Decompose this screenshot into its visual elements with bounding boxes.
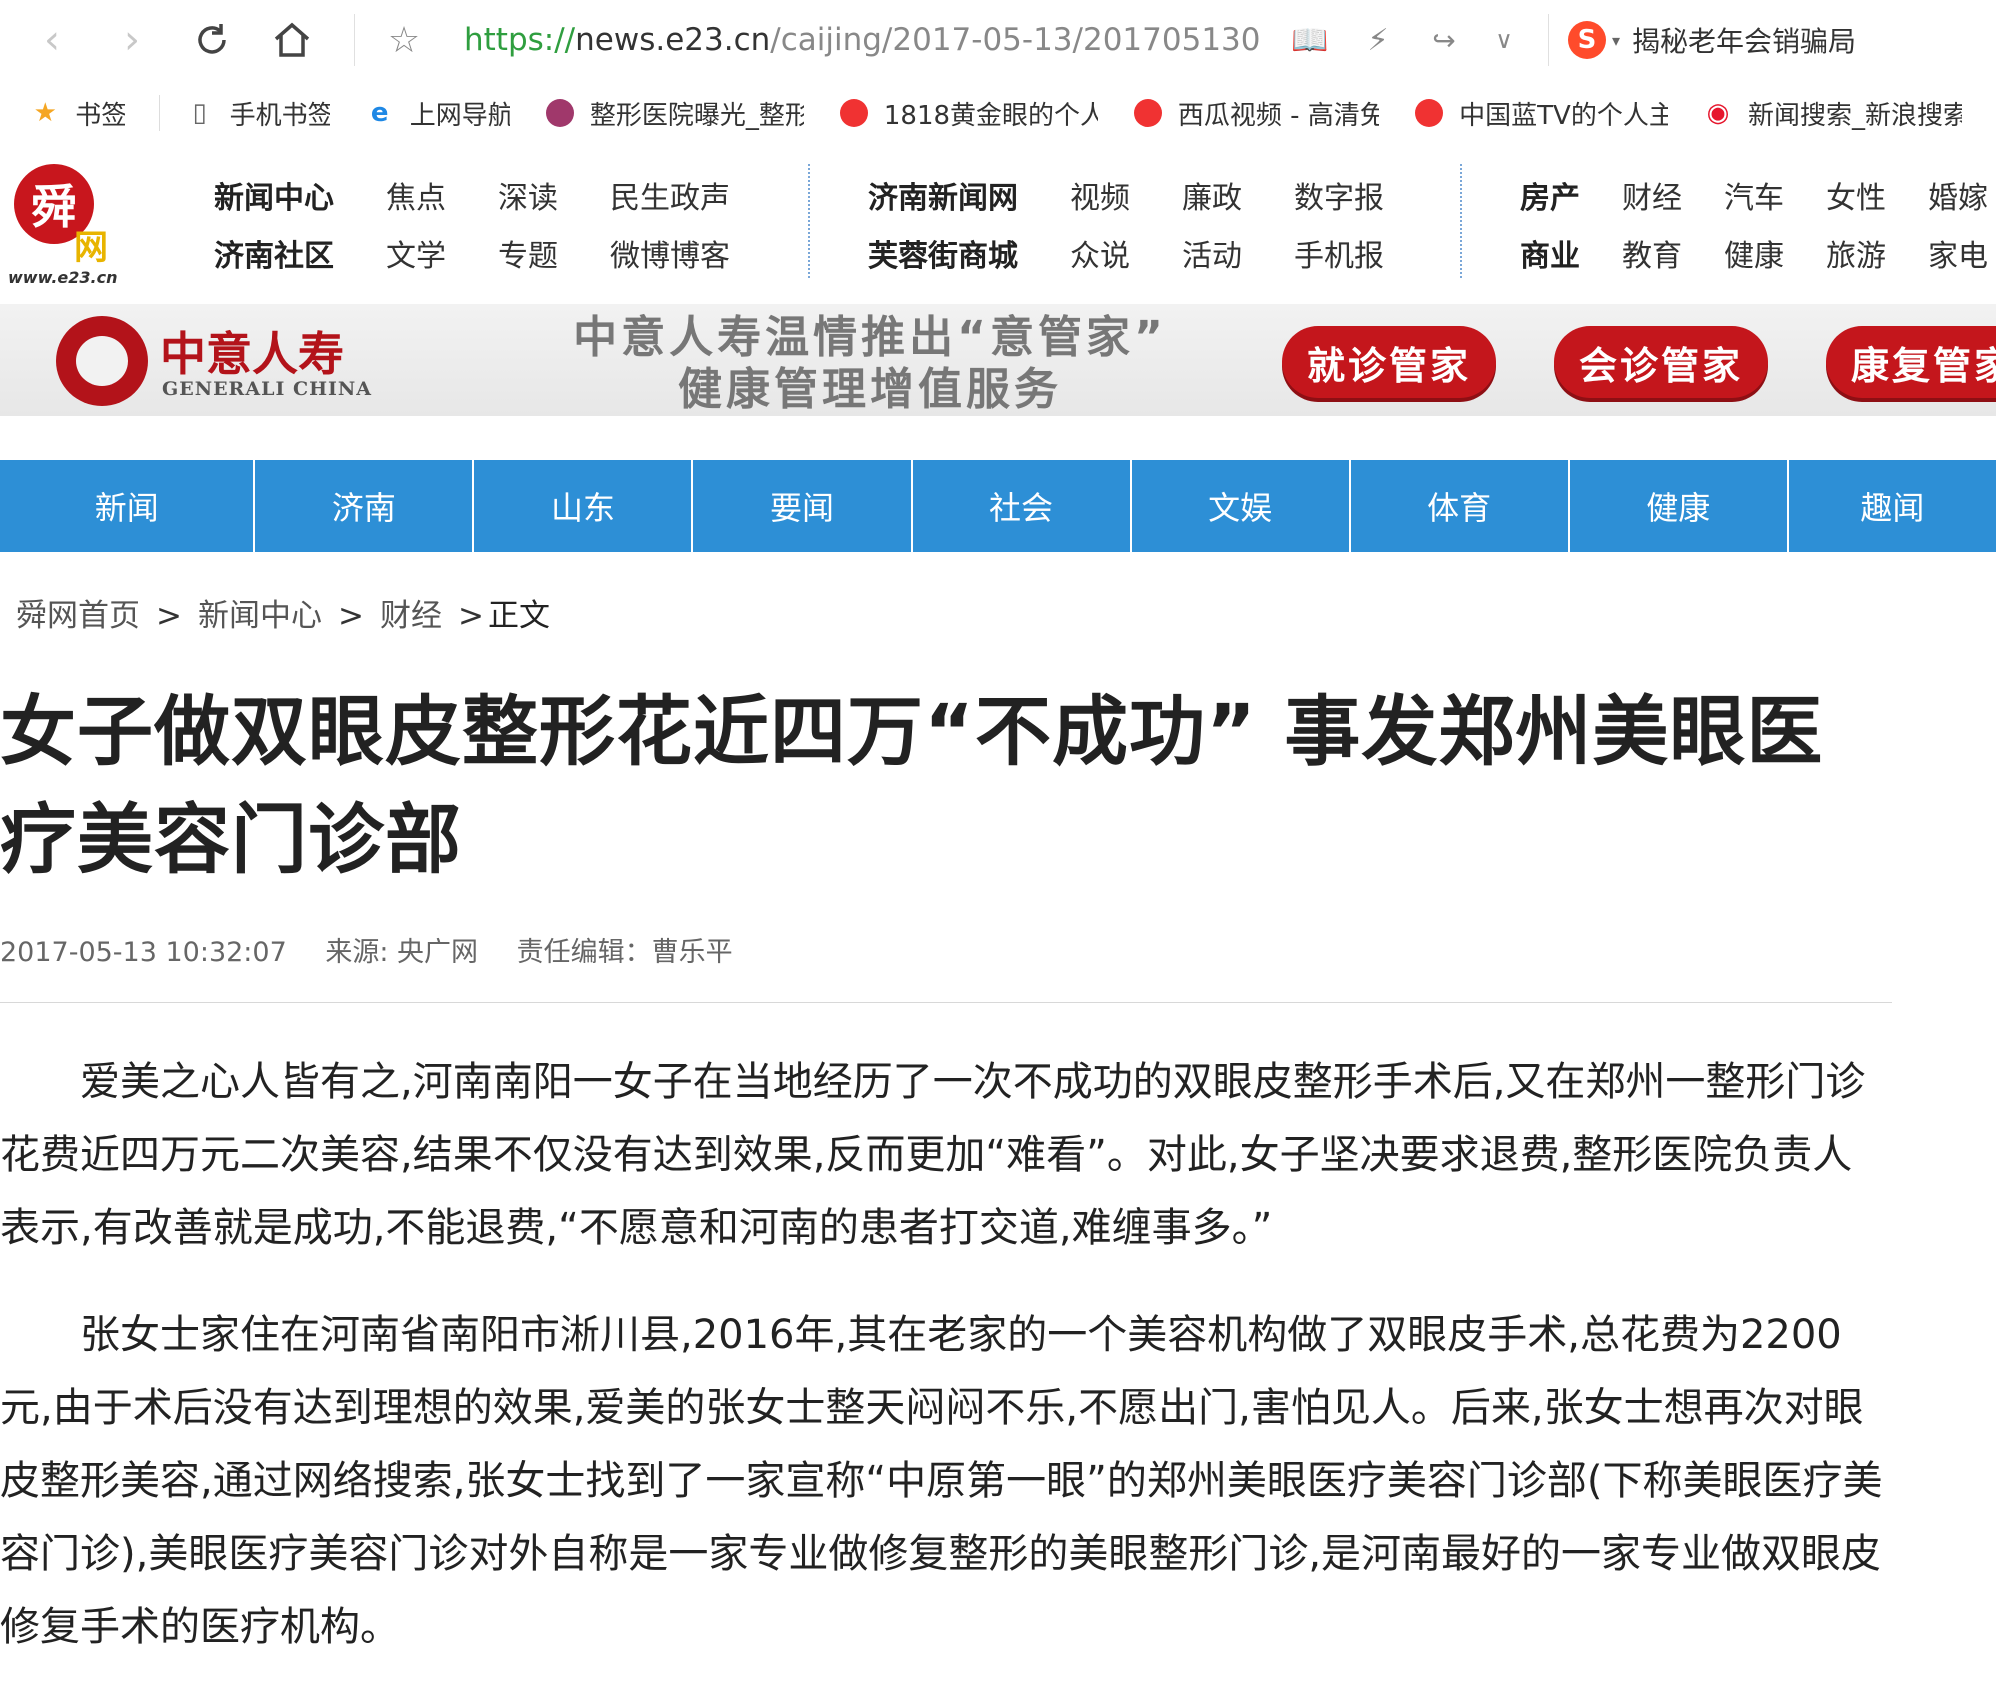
clinic-icon <box>544 97 576 129</box>
reader-mode-icon[interactable]: 📖 <box>1284 14 1336 66</box>
ad-line-1: 中意人寿温情推出“意管家” <box>573 312 1167 363</box>
nav-link[interactable]: 旅游 <box>1826 228 1886 286</box>
nav-link[interactable]: 手机报 <box>1294 228 1384 286</box>
nav-link[interactable]: 专题 <box>498 228 558 286</box>
bookmark-item[interactable]: 整形医院曝光_整形 <box>544 95 804 132</box>
nav-link[interactable]: 教育 <box>1622 228 1682 286</box>
bookmark-item[interactable]: e 上网导航 <box>364 95 510 132</box>
nav-link[interactable]: 众说 <box>1070 228 1130 286</box>
publish-time: 2017-05-13 10:32:07 <box>0 937 287 968</box>
share-icon[interactable]: ↪ <box>1418 14 1470 66</box>
channel-tab[interactable]: 山东 <box>474 460 694 552</box>
video-icon <box>838 97 870 129</box>
bookmark-item[interactable]: ★ 书签 <box>29 95 125 132</box>
breadcrumb-link[interactable]: 舜网首页 <box>16 598 140 634</box>
forward-icon[interactable]: › <box>106 14 158 66</box>
site-logo[interactable]: 舜 网 www.e23.cn <box>8 160 138 288</box>
nav-group-jinan: 济南新闻网 芙蓉街商城 视频 众说 廉政 活动 数字报 手机报 <box>868 170 1384 286</box>
ie-icon: e <box>370 98 389 128</box>
nav-link[interactable]: 济南社区 <box>214 228 334 286</box>
channel-tab[interactable]: 健康 <box>1570 460 1789 552</box>
generali-logo-icon <box>56 316 148 406</box>
ad-line-2: 健康管理增值服务 <box>678 364 1062 415</box>
nav-link[interactable]: 家电 <box>1928 228 1988 286</box>
breadcrumb-link[interactable]: 新闻中心 <box>198 598 322 634</box>
home-icon[interactable] <box>266 14 318 66</box>
nav-link[interactable]: 汽车 <box>1724 170 1784 228</box>
breadcrumb-link[interactable]: 财经 <box>380 598 442 634</box>
bookmark-item[interactable]: 1818黄金眼的个人 <box>838 95 1098 132</box>
nav-link[interactable]: 活动 <box>1182 228 1242 286</box>
video-icon <box>1413 97 1445 129</box>
nav-link[interactable]: 视频 <box>1070 170 1130 228</box>
article-editor: 责任编辑：曹乐平 <box>516 937 733 968</box>
bookmark-item[interactable]: 西瓜视频 - 高清免 <box>1132 95 1379 132</box>
article-title: 女子做双眼皮整形花近四万“不成功” 事发郑州美眼医疗美容门诊部 <box>0 687 1824 884</box>
channel-tab[interactable]: 要闻 <box>693 460 913 552</box>
channel-tab[interactable]: 济南 <box>255 460 475 552</box>
nav-link[interactable]: 民生政声 <box>610 170 730 228</box>
star-icon: ★ <box>33 98 57 128</box>
address-bar[interactable]: https://news.e23.cn/caijing/2017-05-13/2… <box>464 18 1264 62</box>
article-meta: 2017-05-13 10:32:07 来源: 央广网 责任编辑：曹乐平 <box>0 930 763 969</box>
bookmark-item[interactable]: ◉ 新闻搜索_新浪搜索 <box>1702 95 1962 132</box>
refresh-icon[interactable] <box>186 14 238 66</box>
breadcrumb-current: 正文 <box>487 598 550 634</box>
article-paragraph: 张女士家住在河南省南阳市淅川县,2016年,其在老家的一个美容机构做了双眼皮手术… <box>0 1312 1883 1650</box>
ad-headline: 中意人寿温情推出“意管家” 健康管理增值服务 <box>520 312 1220 416</box>
weibo-icon: ◉ <box>1706 98 1730 128</box>
nav-link[interactable]: 新闻中心 <box>214 170 334 228</box>
channel-tab[interactable]: 文娱 <box>1132 460 1351 552</box>
nav-link[interactable]: 廉政 <box>1182 170 1242 228</box>
channel-tab[interactable]: 趣闻 <box>1789 460 1996 552</box>
nav-link[interactable]: 房产 <box>1520 170 1580 228</box>
search-text: 揭秘老年会销骗局 <box>1632 25 1857 58</box>
bookmarks-bar: ★ 书签 ▯ 手机书签 e 上网导航 整形医院曝光_整形 1818黄金眼的个人 西瓜视… <box>0 80 1996 147</box>
article-source: 来源: 央广网 <box>325 937 479 968</box>
bookmark-item[interactable]: 中国蓝TV的个人主 <box>1413 95 1668 132</box>
ad-button[interactable]: 就诊管家 <box>1282 326 1496 398</box>
nav-link[interactable]: 济南新闻网 <box>868 170 1018 228</box>
nav-link[interactable]: 微博博客 <box>610 228 730 286</box>
lightning-icon[interactable]: ⚡ <box>1352 14 1404 66</box>
nav-link[interactable]: 深读 <box>498 170 558 228</box>
nav-link[interactable]: 数字报 <box>1294 170 1384 228</box>
channel-tab[interactable]: 体育 <box>1351 460 1570 552</box>
ad-button[interactable]: 康复管家 <box>1826 326 1996 398</box>
channel-tab[interactable]: 新闻 <box>0 460 256 552</box>
ad-banner[interactable]: 中意人寿 GENERALI CHINA 中意人寿温情推出“意管家” 健康管理增值… <box>0 304 1996 416</box>
dropdown-arrow-icon[interactable]: ▾ <box>1612 31 1620 50</box>
chevron-down-icon[interactable]: ∨ <box>1478 14 1530 66</box>
divider <box>0 1002 1892 1003</box>
ad-button[interactable]: 会诊管家 <box>1554 326 1768 398</box>
ad-brand: 中意人寿 <box>160 327 344 381</box>
phone-icon: ▯ <box>192 98 207 128</box>
channel-nav: 新闻 济南 山东 要闻 社会 文娱 体育 健康 趣闻 <box>0 460 1996 552</box>
nav-link[interactable]: 健康 <box>1724 228 1784 286</box>
site-header: 舜 网 www.e23.cn 新闻中心 济南社区 焦点 文学 深读 专题 民生政… <box>0 146 1996 296</box>
nav-group-news: 新闻中心 济南社区 焦点 文学 深读 专题 民生政声 微博博客 <box>214 170 730 286</box>
ad-brand-en: GENERALI CHINA <box>162 378 373 400</box>
nav-link[interactable]: 财经 <box>1622 170 1682 228</box>
nav-link[interactable]: 芙蓉街商城 <box>868 228 1018 286</box>
nav-link[interactable]: 女性 <box>1826 170 1886 228</box>
nav-link[interactable]: 焦点 <box>386 170 446 228</box>
nav-link[interactable]: 婚嫁 <box>1928 170 1988 228</box>
logo-domain: www.e23.cn <box>8 268 118 287</box>
browser-toolbar: ‹ › ☆ https://news.e23.cn/caijing/2017-0… <box>0 0 1996 81</box>
nav-group-channels: 房产 商业 财经 教育 汽车 健康 女性 旅游 婚嫁 家电 <box>1520 170 1988 286</box>
article-paragraph: 爱美之心人皆有之,河南南阳一女子在当地经历了一次不成功的双眼皮整形手术后,又在郑… <box>0 1059 1866 1251</box>
nav-link[interactable]: 商业 <box>1520 228 1580 286</box>
channel-tab[interactable]: 社会 <box>913 460 1132 552</box>
back-icon[interactable]: ‹ <box>26 14 78 66</box>
video-icon <box>1132 97 1164 129</box>
sogou-logo-icon: S <box>1568 21 1606 59</box>
search-box[interactable]: S ▾ 揭秘老年会销骗局 <box>1568 16 1996 64</box>
logo-wang: 网 <box>74 228 108 268</box>
bookmark-item[interactable]: ▯ 手机书签 <box>184 95 329 132</box>
favorite-star-icon[interactable]: ☆ <box>378 14 430 66</box>
nav-link[interactable]: 文学 <box>386 228 446 286</box>
breadcrumb: 舜网首页 > 新闻中心 > 财经 > 正文 <box>16 598 550 634</box>
article-body: 爱美之心人皆有之,河南南阳一女子在当地经历了一次不成功的双眼皮整形手术后,又在郑… <box>0 1046 1892 1698</box>
